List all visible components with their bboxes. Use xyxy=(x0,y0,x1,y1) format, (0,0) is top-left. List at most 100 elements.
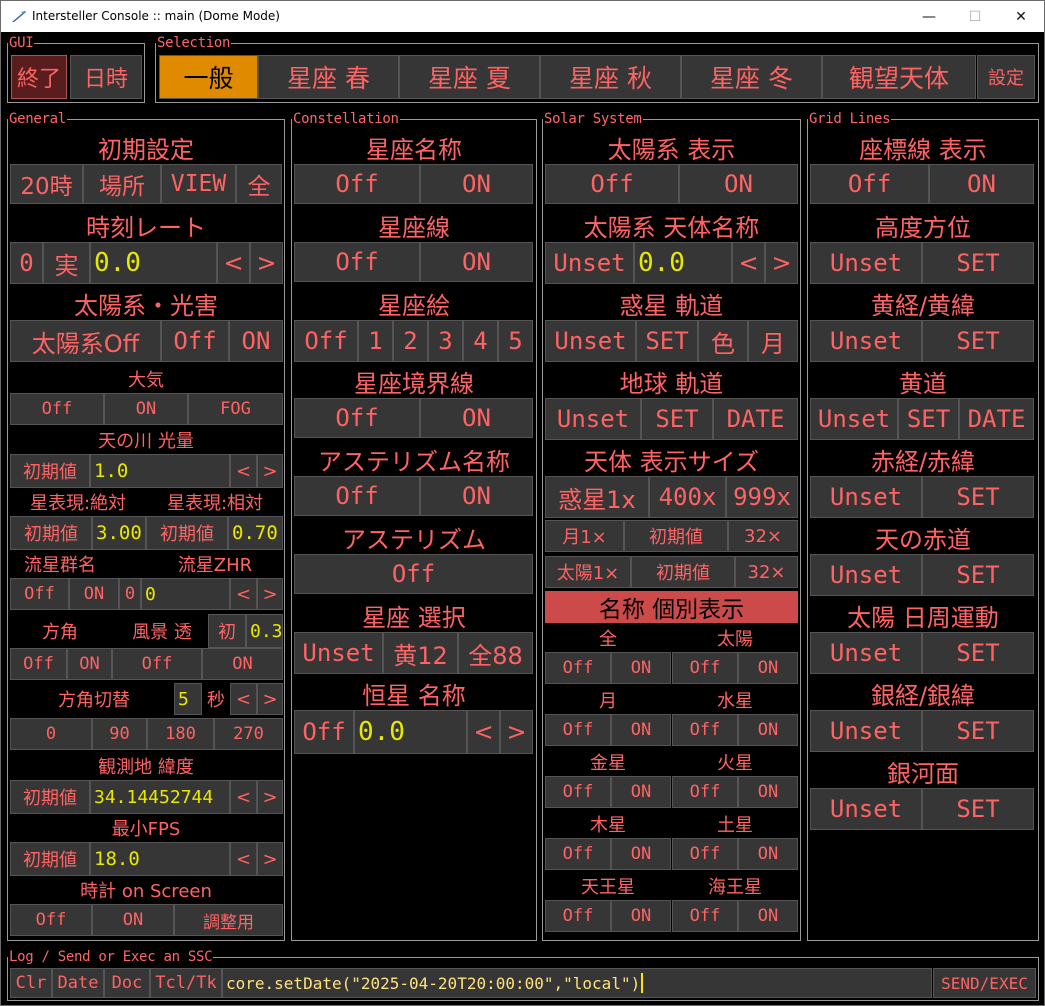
body-off-button[interactable]: Off xyxy=(672,838,738,870)
clock-adjust-button[interactable]: 調整用 xyxy=(174,904,283,936)
galactic-set-button[interactable]: SET xyxy=(922,710,1034,752)
asterism-name-on-button[interactable]: ON xyxy=(420,476,533,516)
sun-diurnal-set-button[interactable]: SET xyxy=(922,632,1034,674)
landscape-off-button[interactable]: Off xyxy=(112,648,202,680)
body-on-button[interactable]: ON xyxy=(611,900,671,932)
fps-field[interactable]: 18.0 xyxy=(90,842,230,876)
ecliptic-set-button[interactable]: SET xyxy=(898,398,959,440)
body-on-button[interactable]: ON xyxy=(611,652,671,684)
atmosphere-on-button[interactable]: ON xyxy=(104,393,188,425)
cardinal-on-button[interactable]: ON xyxy=(67,648,112,680)
az-0-button[interactable]: 0 xyxy=(10,718,92,750)
az-90-button[interactable]: 90 xyxy=(92,718,147,750)
tab-constellation-winter[interactable]: 星座 冬 xyxy=(681,55,822,99)
body-on-button[interactable]: ON xyxy=(738,838,798,870)
landscape-on-button[interactable]: ON xyxy=(202,648,283,680)
az-switch-field[interactable]: 5 xyxy=(174,683,202,715)
const-art-3-button[interactable]: 3 xyxy=(428,320,463,362)
body-off-button[interactable]: Off xyxy=(672,900,738,932)
celestial-eq-unset-button[interactable]: Unset xyxy=(810,554,922,596)
body-off-button[interactable]: Off xyxy=(672,776,738,808)
maximize-button[interactable]: ☐ xyxy=(952,1,998,32)
landscape-field[interactable]: 0.3 xyxy=(246,614,283,648)
const-art-1-button[interactable]: 1 xyxy=(358,320,393,362)
time-rate-next-button[interactable]: > xyxy=(250,242,283,284)
meteor-zhr-next-button[interactable]: > xyxy=(257,578,283,610)
solar-names-next-button[interactable]: > xyxy=(765,242,798,284)
az-switch-next-button[interactable]: > xyxy=(257,683,283,715)
size-moon-32x-button[interactable]: 32× xyxy=(728,520,798,552)
meteor-name-on-button[interactable]: ON xyxy=(69,578,119,610)
star-name-prev-button[interactable]: < xyxy=(467,710,500,754)
solar-show-on-button[interactable]: ON xyxy=(679,164,798,204)
time-rate-zero-button[interactable]: 0 xyxy=(10,242,43,284)
star-name-next-button[interactable]: > xyxy=(500,710,533,754)
star-abs-reset-button[interactable]: 初期値 xyxy=(10,516,92,550)
body-off-button[interactable]: Off xyxy=(545,900,611,932)
clock-off-button[interactable]: Off xyxy=(10,904,92,936)
equatorial-set-button[interactable]: SET xyxy=(922,476,1034,518)
body-on-button[interactable]: ON xyxy=(738,714,798,746)
planet-orbit-unset-button[interactable]: Unset xyxy=(545,320,636,362)
solar-names-unset-button[interactable]: Unset xyxy=(545,242,634,284)
close-button[interactable]: ✕ xyxy=(998,1,1044,32)
const-art-5-button[interactable]: 5 xyxy=(498,320,533,362)
ecliptic-unset-button[interactable]: Unset xyxy=(810,398,898,440)
light-pollution-on-button[interactable]: ON xyxy=(229,320,283,362)
earth-orbit-set-button[interactable]: SET xyxy=(641,398,713,440)
planet-orbit-set-button[interactable]: SET xyxy=(636,320,698,362)
star-abs-field[interactable]: 3.00 xyxy=(92,516,146,550)
tab-constellation-summer[interactable]: 星座 夏 xyxy=(399,55,540,99)
atmosphere-fog-button[interactable]: FOG xyxy=(188,393,283,425)
size-999x-button[interactable]: 999x xyxy=(726,476,798,518)
const-art-off-button[interactable]: Off xyxy=(294,320,358,362)
minimize-button[interactable]: — xyxy=(906,1,952,32)
star-rel-reset-button[interactable]: 初期値 xyxy=(146,516,228,550)
init-all-button[interactable]: 全 xyxy=(236,164,282,204)
light-pollution-off-button[interactable]: Off xyxy=(161,320,229,362)
time-rate-prev-button[interactable]: < xyxy=(217,242,250,284)
log-doc-button[interactable]: Doc xyxy=(104,968,150,998)
atmosphere-off-button[interactable]: Off xyxy=(10,393,104,425)
grid-show-off-button[interactable]: Off xyxy=(810,164,929,204)
size-sun-32x-button[interactable]: 32× xyxy=(735,556,798,588)
const-art-2-button[interactable]: 2 xyxy=(393,320,428,362)
body-on-button[interactable]: ON xyxy=(611,838,671,870)
tab-constellation-autumn[interactable]: 星座 秋 xyxy=(540,55,681,99)
body-off-button[interactable]: Off xyxy=(545,838,611,870)
equatorial-unset-button[interactable]: Unset xyxy=(810,476,922,518)
milkyway-prev-button[interactable]: < xyxy=(230,454,257,488)
const-lines-off-button[interactable]: Off xyxy=(294,242,420,282)
body-on-button[interactable]: ON xyxy=(611,714,671,746)
size-sun-reset-button[interactable]: 初期値 xyxy=(631,556,735,588)
body-off-button[interactable]: Off xyxy=(545,776,611,808)
planet-orbit-color-button[interactable]: 色 xyxy=(698,320,748,362)
star-name-off-button[interactable]: Off xyxy=(294,710,354,754)
solar-names-prev-button[interactable]: < xyxy=(732,242,765,284)
galactic-unset-button[interactable]: Unset xyxy=(810,710,922,752)
const-lines-on-button[interactable]: ON xyxy=(420,242,533,282)
az-switch-prev-button[interactable]: < xyxy=(230,683,257,715)
cardinal-off-button[interactable]: Off xyxy=(10,648,67,680)
solar-show-off-button[interactable]: Off xyxy=(545,164,679,204)
celestial-eq-set-button[interactable]: SET xyxy=(922,554,1034,596)
init-location-button[interactable]: 場所 xyxy=(83,164,161,204)
milkyway-reset-button[interactable]: 初期値 xyxy=(10,454,90,488)
fps-next-button[interactable]: > xyxy=(257,842,283,876)
body-off-button[interactable]: Off xyxy=(545,714,611,746)
milkyway-next-button[interactable]: > xyxy=(257,454,283,488)
body-on-button[interactable]: ON xyxy=(611,776,671,808)
const-select-all-button[interactable]: 全88 xyxy=(458,632,533,674)
ecliptic-coord-set-button[interactable]: SET xyxy=(922,320,1034,362)
star-rel-field[interactable]: 0.70 xyxy=(228,516,283,550)
meteor-name-off-button[interactable]: Off xyxy=(10,578,69,610)
sun-diurnal-unset-button[interactable]: Unset xyxy=(810,632,922,674)
star-name-field[interactable]: 0.0 xyxy=(354,710,467,754)
tab-observation-objects[interactable]: 観望天体 xyxy=(822,55,976,99)
log-date-button[interactable]: Date xyxy=(52,968,104,998)
az-270-button[interactable]: 270 xyxy=(214,718,283,750)
body-off-button[interactable]: Off xyxy=(545,652,611,684)
grid-show-on-button[interactable]: ON xyxy=(929,164,1034,204)
latitude-field[interactable]: 34.14452744 xyxy=(90,780,230,814)
time-rate-field[interactable]: 0.0 xyxy=(90,242,217,284)
